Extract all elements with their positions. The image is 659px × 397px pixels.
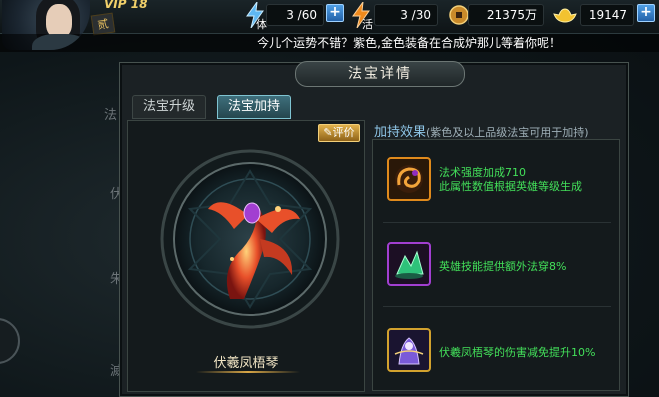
avatar-face — [46, 4, 72, 38]
orange-dragon-icon[interactable] — [387, 157, 431, 201]
top-status-bar: VIP 18 贰 体 3 /60 + 活 3 /30 21375万 19147 … — [0, 0, 659, 50]
divider — [383, 222, 611, 223]
notice-banner: 今儿个运势不错？紫色,金色装备在合成炉那儿等着你呢！ — [0, 34, 659, 52]
effect-line: 此属性数值根据英雄等级生成 — [439, 180, 582, 193]
effect-line: 伏羲凤梧琴的伤害减免提升10% — [439, 346, 596, 359]
effect-row: 法术强度加成710 此属性数值根据英雄等级生成 — [373, 140, 621, 220]
rate-button[interactable]: ✎评价 — [318, 124, 360, 142]
edit-icon: ✎ — [323, 126, 333, 139]
artifact-display: ✎评价 伏羲凤梧琴 — [127, 120, 365, 392]
artifact-image — [160, 149, 340, 329]
effects-title-text: 加持效果 — [374, 125, 427, 140]
effect-text: 英雄技能提供额外法穿8% — [439, 260, 566, 274]
effects-note: (紫色及以上品级法宝可用于加持) — [426, 126, 589, 139]
effect-text: 伏羲凤梧琴的伤害减免提升10% — [439, 346, 595, 360]
purple-spirit-icon[interactable] — [387, 328, 431, 372]
effect-row: 英雄技能提供额外法穿8% — [373, 224, 621, 304]
gold-ingot-icon — [552, 1, 578, 29]
add-ingots-button[interactable]: + — [637, 4, 655, 22]
background-label: 法 — [104, 108, 118, 123]
divider — [383, 306, 611, 307]
effect-line: 英雄技能提供额外法穿8% — [439, 260, 567, 273]
energy-value: 3 /30 — [374, 4, 438, 26]
effect-row: 伏羲凤梧琴的伤害减免提升10% — [373, 308, 621, 388]
artifact-name: 伏羲凤梧琴 — [213, 356, 279, 371]
coins-value: 21375万 — [468, 4, 544, 26]
stamina-value: 3 /60 — [266, 4, 324, 26]
ingots-value: 19147 — [580, 4, 634, 26]
effects-title: 加持效果(紫色及以上品级法宝可用于加持) — [374, 121, 589, 140]
green-crystal-icon[interactable] — [387, 242, 431, 286]
tab-artifact-upgrade[interactable]: 法宝升级 — [132, 95, 207, 119]
vip-level: VIP 18 — [104, 0, 148, 11]
rate-button-label: 评价 — [332, 126, 355, 139]
artifact-detail-panel: 法宝详情 法宝升级 法宝加持 ✎评价 伏羲凤梧琴 加持效果(紫色及以上品级法宝可… — [119, 61, 629, 397]
panel-title: 法宝详情 — [295, 61, 465, 87]
effects-list: 法术强度加成710 此属性数值根据英雄等级生成 英雄技能提供额外法穿8% 伏羲凤… — [372, 139, 620, 391]
effect-text: 法术强度加成710 此属性数值根据英雄等级生成 — [439, 166, 582, 194]
energy-tag: 活 — [362, 18, 373, 31]
tab-artifact-blessing[interactable]: 法宝加持 — [217, 95, 292, 119]
add-stamina-button[interactable]: + — [326, 4, 344, 22]
name-underline — [196, 371, 300, 373]
rank-badge: 贰 — [90, 12, 116, 36]
effect-line: 法术强度加成710 — [439, 166, 526, 179]
